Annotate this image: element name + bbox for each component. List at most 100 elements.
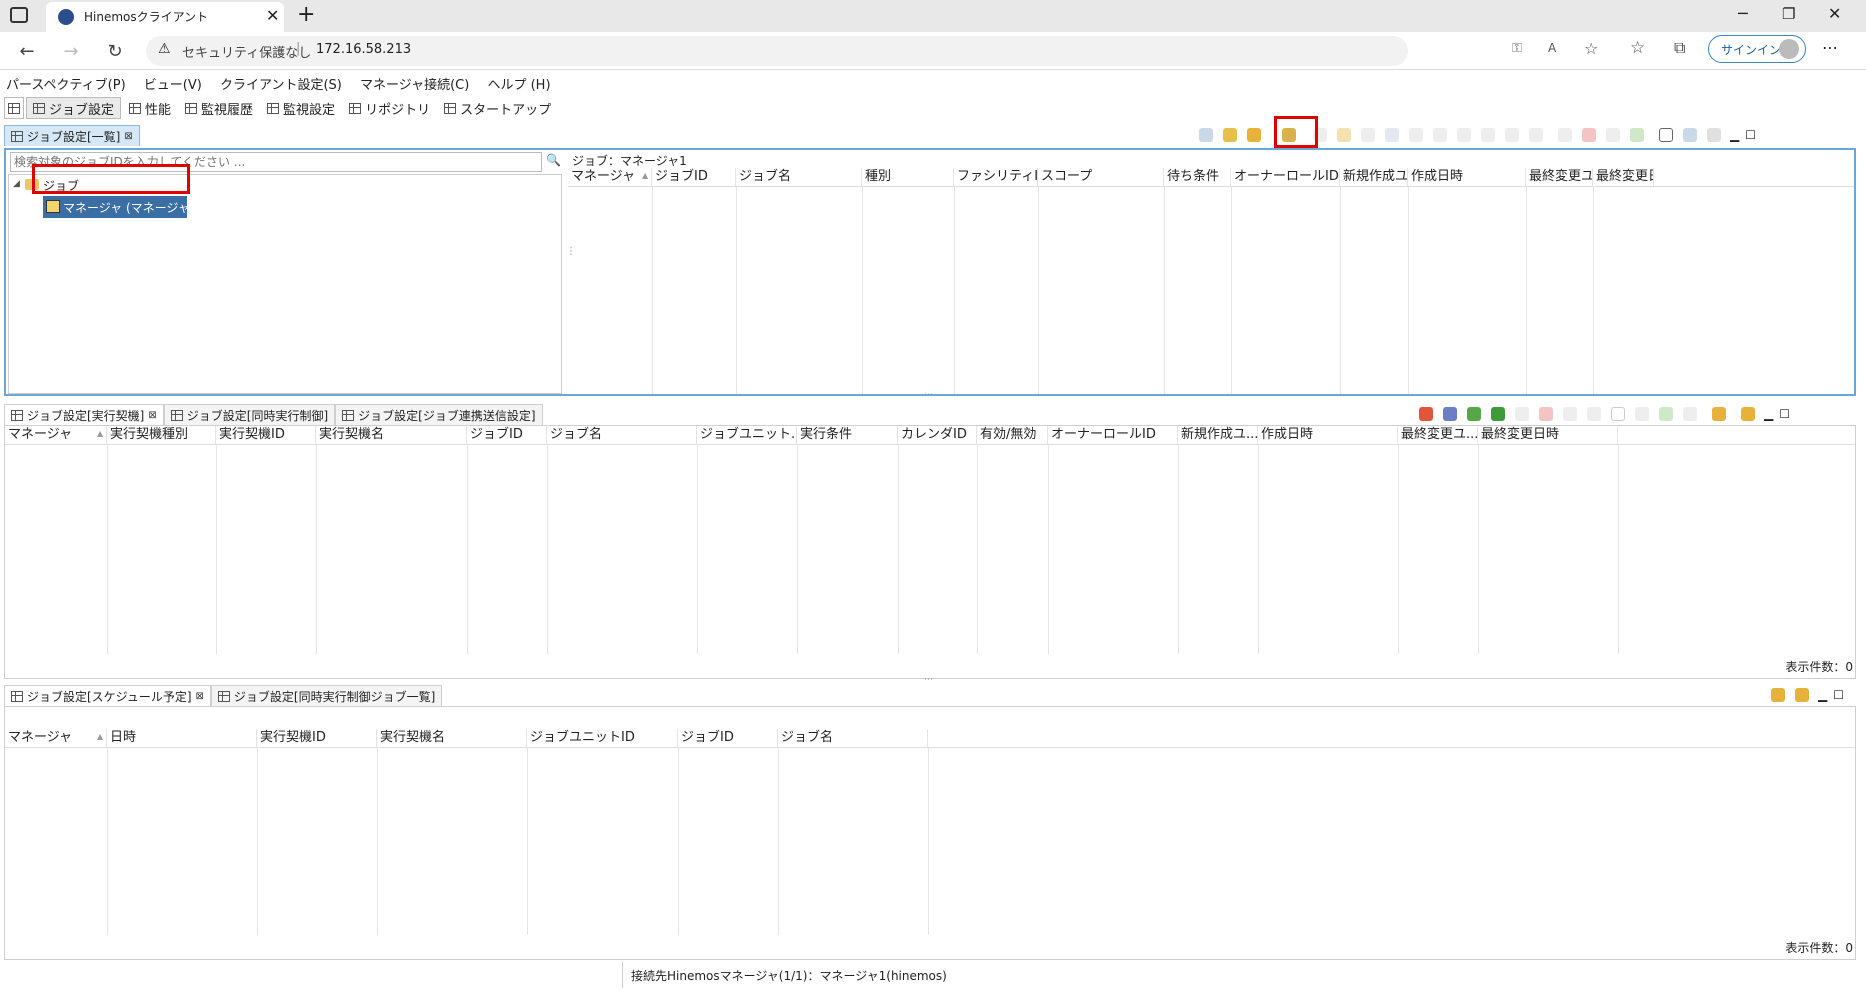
column-header[interactable]: ジョブ名 xyxy=(736,168,862,186)
tab-schedule[interactable]: ジョブ設定[スケジュール予定] ⊠ xyxy=(4,685,211,706)
create-manual-trigger-icon[interactable] xyxy=(1467,407,1481,421)
new-tab-icon[interactable]: + xyxy=(297,2,315,27)
maximize-view-icon[interactable]: ☐ xyxy=(1779,407,1790,421)
filter-icon[interactable] xyxy=(1795,688,1809,702)
column-header[interactable]: 実行契機ID xyxy=(216,426,316,444)
column-header[interactable]: オーナーロールID xyxy=(1048,426,1178,444)
tree-view-icon[interactable] xyxy=(1659,128,1673,142)
column-header[interactable]: 種別 xyxy=(862,168,954,186)
menu-client-settings[interactable]: クライアント設定(S) xyxy=(220,78,342,93)
export-icon[interactable] xyxy=(1199,128,1213,142)
column-header[interactable]: 最終変更ユ... xyxy=(1398,426,1478,444)
menu-help[interactable]: ヘルプ (H) xyxy=(487,78,550,93)
import-icon[interactable] xyxy=(1683,128,1697,142)
close-tab-icon[interactable]: ✕ xyxy=(266,6,279,25)
column-header[interactable]: 最終変更日時 xyxy=(1593,168,1654,186)
reload-icon[interactable]: ↻ xyxy=(100,36,130,66)
column-header[interactable]: マネージャ xyxy=(5,426,107,444)
restore-window-icon[interactable]: ❐ xyxy=(1782,5,1795,23)
column-header[interactable]: 最終変更ユ... xyxy=(1526,168,1593,186)
minimize-view-icon[interactable]: ▁ xyxy=(1730,128,1739,142)
column-header[interactable]: 作成日時 xyxy=(1258,426,1398,444)
column-header[interactable]: カレンダID xyxy=(898,426,977,444)
tab-job-link-send[interactable]: ジョブ設定[ジョブ連携送信設定] xyxy=(335,404,543,425)
back-icon[interactable]: ← xyxy=(12,36,42,66)
refresh-icon[interactable] xyxy=(1247,128,1261,142)
column-header[interactable]: 実行契機種別 xyxy=(107,426,216,444)
column-header[interactable]: マネージャ xyxy=(568,168,652,186)
column-header[interactable]: 待ち条件 xyxy=(1164,168,1231,186)
key-icon[interactable]: ⚿ xyxy=(1512,41,1522,56)
column-header[interactable]: 実行条件 xyxy=(797,426,898,444)
favorites-icon[interactable]: ☆ xyxy=(1630,38,1645,58)
perspective-job-settings[interactable]: ジョブ設定 xyxy=(26,97,122,119)
close-window-icon[interactable]: ✕ xyxy=(1828,4,1841,23)
export-settings-icon[interactable] xyxy=(1707,128,1721,142)
add-favorite-icon[interactable]: ☆ xyxy=(1584,39,1598,58)
perspective-monitor-history[interactable]: 監視履歴 xyxy=(179,97,259,119)
column-header[interactable]: 新規作成ユ... xyxy=(1178,426,1258,444)
column-header[interactable]: ジョブユニット... xyxy=(697,426,797,444)
tab-concurrency-job-list[interactable]: ジョブ設定[同時実行制御ジョブ一覧] xyxy=(210,685,443,706)
column-header[interactable]: 最終変更日時 xyxy=(1478,426,1618,444)
tree-expand-icon[interactable]: ◢ xyxy=(13,179,20,189)
perspective-performance[interactable]: 性能 xyxy=(123,97,177,119)
browser-tab[interactable]: Hinemosクライアント ✕ xyxy=(46,2,284,32)
more-menu-icon[interactable]: ⋯ xyxy=(1822,38,1838,57)
column-header[interactable]: 実行契機名 xyxy=(377,729,527,747)
close-view-icon[interactable]: ⊠ xyxy=(196,691,204,702)
tab-concurrency-control[interactable]: ジョブ設定[同時実行制御] xyxy=(163,404,336,425)
signin-button[interactable]: サインイン xyxy=(1708,35,1806,63)
copy-job-icon[interactable] xyxy=(1223,128,1237,142)
column-header[interactable]: 実行契機名 xyxy=(316,426,467,444)
maximize-view-icon[interactable]: ☐ xyxy=(1833,688,1844,702)
minimize-view-icon[interactable]: ▁ xyxy=(1818,688,1827,702)
minimize-window-icon[interactable]: ─ xyxy=(1738,4,1748,23)
column-header[interactable]: 作成日時 xyxy=(1408,168,1526,186)
create-file-job-icon xyxy=(1361,128,1375,142)
forward-icon[interactable]: → xyxy=(56,36,86,66)
perspective-monitor-settings[interactable]: 監視設定 xyxy=(261,97,341,119)
search-icon[interactable]: 🔍 xyxy=(546,153,561,167)
column-header[interactable]: 新規作成ユ... xyxy=(1340,168,1408,186)
security-label[interactable]: セキュリティ保護なし xyxy=(182,42,311,61)
close-view-icon[interactable]: ⊠ xyxy=(124,131,132,142)
create-link-receive-icon[interactable] xyxy=(1491,407,1505,421)
sash-handle[interactable]: ⋯ xyxy=(924,390,933,400)
menu-manager-connection[interactable]: マネージャ接続(C) xyxy=(360,78,469,93)
create-schedule-icon[interactable] xyxy=(1419,407,1433,421)
menu-view[interactable]: ビュー(V) xyxy=(144,78,202,93)
column-header[interactable]: ジョブ名 xyxy=(778,729,928,747)
close-view-icon[interactable]: ⊠ xyxy=(148,410,156,421)
column-header[interactable]: ジョブID xyxy=(467,426,547,444)
maximize-view-icon[interactable]: ☐ xyxy=(1745,128,1756,142)
refresh-icon[interactable] xyxy=(1771,688,1785,702)
column-header[interactable]: ファシリティID xyxy=(954,168,1038,186)
tab-job-settings-list[interactable]: ジョブ設定[一覧] ⊠ xyxy=(4,125,140,146)
perspective-startup[interactable]: スタートアップ xyxy=(438,97,557,119)
read-aloud-icon[interactable]: A xyxy=(1548,41,1556,55)
filter-icon[interactable] xyxy=(1741,407,1755,421)
tab-actions-icon[interactable] xyxy=(10,7,28,23)
tree-item-manager[interactable]: マネージャ (マネージャ1) xyxy=(43,196,202,218)
collections-icon[interactable]: ⧉ xyxy=(1674,38,1685,58)
url-field[interactable]: ⚠ セキュリティ保護なし | 172.16.58.213 ⚿ A ☆ xyxy=(146,36,1598,66)
column-header[interactable]: 有効/無効 xyxy=(977,426,1048,444)
perspective-repository[interactable]: リポジトリ xyxy=(343,97,436,119)
column-header[interactable]: ジョブID xyxy=(678,729,778,747)
minimize-view-icon[interactable]: ▁ xyxy=(1764,407,1773,421)
column-header[interactable]: オーナーロールID xyxy=(1231,168,1340,186)
column-header[interactable]: ジョブ名 xyxy=(547,426,697,444)
column-header[interactable]: ジョブID xyxy=(652,168,736,186)
menu-perspective[interactable]: パースペクティブ(P) xyxy=(6,78,126,93)
column-header[interactable]: ジョブユニットID xyxy=(527,729,678,747)
tab-job-trigger[interactable]: ジョブ設定[実行契機] ⊠ xyxy=(4,404,164,425)
refresh-icon[interactable] xyxy=(1712,407,1726,421)
open-perspective-button[interactable] xyxy=(4,97,24,119)
create-file-check-icon[interactable] xyxy=(1443,407,1457,421)
column-header[interactable]: 日時 xyxy=(107,729,257,747)
url-text[interactable]: 172.16.58.213 xyxy=(316,42,411,57)
column-header[interactable]: 実行契機ID xyxy=(257,729,377,747)
column-header[interactable]: マネージャ xyxy=(5,729,107,747)
column-header[interactable]: スコープ xyxy=(1038,168,1164,186)
